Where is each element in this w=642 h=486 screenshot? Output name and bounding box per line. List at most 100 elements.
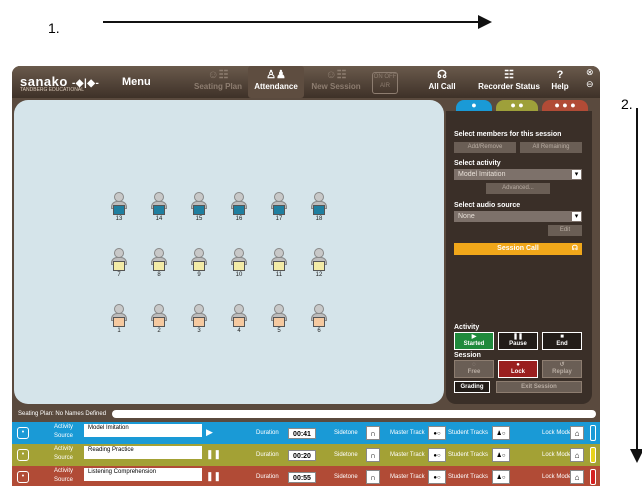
top-toolbar: sanako -◆|◆- TANDBERG EDUCATIONAL Menu ☺… <box>12 66 600 98</box>
started-button[interactable]: ▶ Started <box>454 332 494 350</box>
student-seat[interactable]: 9 <box>188 248 210 280</box>
activity-select[interactable]: Model Imitation ▾ <box>454 169 582 180</box>
on-off-air-toggle[interactable]: ON OFF AIR <box>372 72 398 94</box>
student-seat[interactable]: 15 <box>188 192 210 224</box>
student-seat[interactable]: 10 <box>228 248 250 280</box>
student-seat[interactable]: 4 <box>228 304 250 336</box>
replay-button[interactable]: ↺ Replay <box>542 360 582 378</box>
lock-mode-icon[interactable]: ⌂ <box>570 470 584 484</box>
minimize-icon[interactable]: ⊖ <box>586 79 594 90</box>
lock-mode-label: Lock Mode <box>542 474 572 480</box>
seat-number: 14 <box>155 216 163 222</box>
lock-mode-icon[interactable]: ⌂ <box>570 426 584 440</box>
arrow-right-line <box>103 21 483 23</box>
grading-button[interactable]: Grading <box>454 381 490 393</box>
arrow-down-icon <box>630 449 642 463</box>
duration-label: Duration <box>256 430 279 436</box>
seat-number: 10 <box>235 272 243 278</box>
end-button[interactable]: ■ End <box>542 332 582 350</box>
master-track-label: Master Track <box>390 452 425 458</box>
audio-source-select[interactable]: None ▾ <box>454 211 582 222</box>
session-indicator[interactable]: • <box>12 444 34 466</box>
all-remaining-button[interactable]: All Remaining <box>520 142 582 153</box>
seat-number: 1 <box>117 328 121 334</box>
free-icon: ◌ <box>472 362 476 368</box>
student-seat[interactable]: 16 <box>228 192 250 224</box>
student-seat[interactable]: 12 <box>308 248 330 280</box>
student-seat[interactable]: 14 <box>148 192 170 224</box>
master-track-toggle-icon[interactable]: ●○ <box>428 426 446 440</box>
headphones-icon[interactable]: ∩ <box>366 426 380 440</box>
tab-session-2[interactable]: ● ● <box>496 100 538 111</box>
master-track-toggle-icon[interactable]: ●○ <box>428 448 446 462</box>
headphones-icon[interactable]: ∩ <box>366 470 380 484</box>
new-session-button[interactable]: ☺☷ New Session <box>306 66 366 98</box>
free-button[interactable]: ◌ Free <box>454 360 494 378</box>
all-call-button[interactable]: ☊ All Call <box>422 66 462 98</box>
play-pause-icon[interactable]: ▶ <box>206 427 213 438</box>
student-tracks-toggle-icon[interactable]: ♟○ <box>492 448 510 462</box>
lock-button[interactable]: ● Lock <box>498 360 538 378</box>
student-desk-icon <box>153 317 165 327</box>
student-seat[interactable]: 6 <box>308 304 330 336</box>
tab-session-1[interactable]: ● <box>456 100 492 111</box>
lock-mode-icon[interactable]: ⌂ <box>570 448 584 462</box>
recorder-status-button[interactable]: ☷ Recorder Status <box>474 66 544 98</box>
play-pause-icon[interactable]: ❚❚ <box>206 471 221 482</box>
student-seat[interactable]: 8 <box>148 248 170 280</box>
sidetone-label: Sidetone <box>334 474 358 480</box>
duration-label: Duration <box>256 474 279 480</box>
session-heading: Session <box>454 352 481 359</box>
student-seat[interactable]: 2 <box>148 304 170 336</box>
student-desk-icon <box>313 261 325 271</box>
tab-session-3[interactable]: ● ● ● <box>542 100 588 111</box>
student-tracks-label: Student Tracks <box>448 430 489 436</box>
student-seat[interactable]: 3 <box>188 304 210 336</box>
close-icon[interactable]: ⊗ <box>586 67 594 78</box>
seat-number: 3 <box>197 328 201 334</box>
attendance-button[interactable]: ♙♟ Attendance <box>248 66 304 98</box>
advanced-button[interactable]: Advanced... <box>486 183 550 194</box>
headset-icon: ☊ <box>571 245 578 252</box>
seat-number: 7 <box>117 272 121 278</box>
duration-value: 00:20 <box>288 450 316 461</box>
pause-icon: ❚❚ <box>512 334 524 340</box>
seating-plan-button[interactable]: ☺☷ Seating Plan <box>190 66 246 98</box>
student-seat[interactable]: 7 <box>108 248 130 280</box>
student-desk-icon <box>233 205 245 215</box>
status-bar: Seating Plan: No Names Defined <box>12 408 600 420</box>
student-seat[interactable]: 5 <box>268 304 290 336</box>
arrow-right-icon <box>478 15 492 29</box>
seat-number: 15 <box>195 216 203 222</box>
stop-icon: ■ <box>560 334 564 340</box>
student-seat[interactable]: 1 <box>108 304 130 336</box>
exit-session-button[interactable]: Exit Session <box>496 381 582 393</box>
menu-button[interactable]: Menu <box>122 76 151 88</box>
add-remove-button[interactable]: Add/Remove <box>454 142 516 153</box>
source-progress <box>84 477 202 481</box>
activity-heading: Activity <box>454 324 480 331</box>
master-track-label: Master Track <box>390 474 425 480</box>
student-seat[interactable]: 11 <box>268 248 290 280</box>
pause-button[interactable]: ❚❚ Pause <box>498 332 538 350</box>
headphones-icon[interactable]: ∩ <box>366 448 380 462</box>
master-track-toggle-icon[interactable]: ●○ <box>428 470 446 484</box>
status-indicator <box>590 469 596 485</box>
student-seat[interactable]: 18 <box>308 192 330 224</box>
session-indicator[interactable]: • <box>12 466 34 486</box>
student-desk-icon <box>313 317 325 327</box>
student-tracks-toggle-icon[interactable]: ♟○ <box>492 426 510 440</box>
activity-label: Activity <box>54 424 74 430</box>
edit-button[interactable]: Edit <box>548 225 582 236</box>
student-seat[interactable]: 17 <box>268 192 290 224</box>
session-indicator[interactable]: • <box>12 422 34 444</box>
student-seat[interactable]: 13 <box>108 192 130 224</box>
session-call-button[interactable]: Session Call ☊ <box>454 243 582 255</box>
student-tracks-toggle-icon[interactable]: ♟○ <box>492 470 510 484</box>
help-button[interactable]: ? Help <box>544 66 576 98</box>
source-progress <box>84 455 202 459</box>
activity-name-field: Model Imitation <box>84 424 202 433</box>
logo-subtitle: TANDBERG EDUCATIONAL <box>20 87 84 93</box>
play-pause-icon[interactable]: ❚❚ <box>206 449 221 460</box>
seat-number: 2 <box>157 328 161 334</box>
